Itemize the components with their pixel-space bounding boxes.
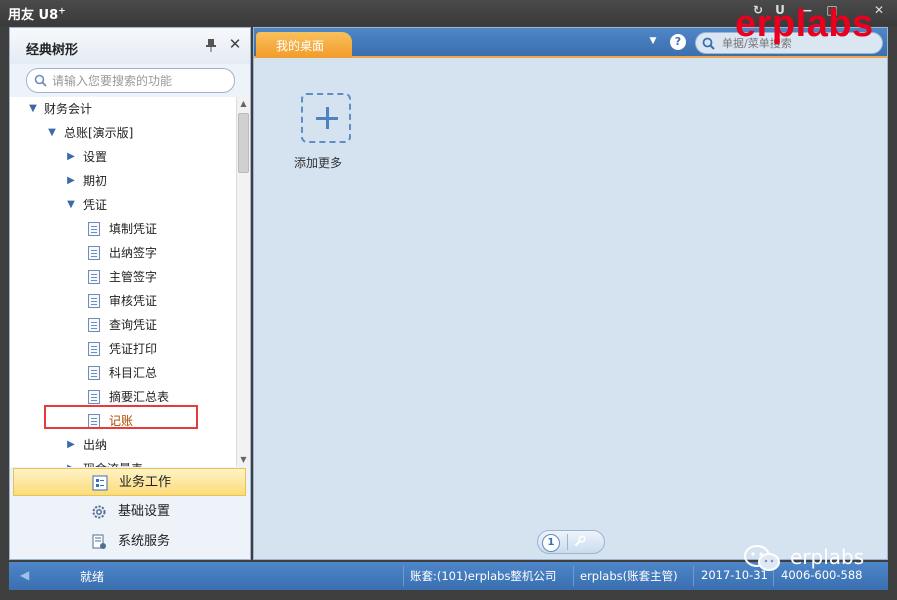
tab-label: 我的桌面: [276, 39, 325, 53]
nav-basic-settings[interactable]: 基础设置: [13, 498, 246, 526]
erplabs-watermark: erplabs: [735, 3, 874, 45]
tree-item-label: 查询凭证: [109, 318, 158, 332]
chevron-right-icon: ▶: [67, 439, 75, 450]
tree-item-label: 凭证: [83, 198, 108, 212]
chevron-down-icon: ▼: [67, 199, 75, 210]
help-icon[interactable]: ?: [670, 34, 686, 50]
chevron-right-icon: ▶: [67, 175, 75, 186]
business-icon: [92, 475, 108, 491]
scroll-thumb[interactable]: [238, 113, 249, 173]
add-more-button[interactable]: [301, 93, 351, 143]
chevron-down-icon: ▼: [29, 103, 37, 114]
document-icon: [88, 246, 100, 260]
tree-item-label: 现金流量表: [83, 457, 143, 467]
tree-item-label: 期初: [83, 174, 108, 188]
tree-item-label: 出纳签字: [109, 246, 158, 260]
tree-item-label: 总账[演示版]: [64, 126, 134, 140]
tree-item-label: 出纳: [83, 438, 108, 452]
status-ready: 就绪: [80, 570, 105, 584]
pin-icon[interactable]: [205, 38, 217, 52]
status-phone: 4006-600-588: [781, 568, 863, 582]
close-icon[interactable]: ✕: [228, 37, 242, 52]
add-more-label: 添加更多: [294, 156, 343, 170]
tree-item-label: 财务会计: [44, 102, 93, 116]
nav-system-services[interactable]: 系统服务: [13, 528, 246, 556]
collapse-panel-icon[interactable]: ◀: [20, 568, 34, 582]
document-icon: [88, 390, 100, 404]
menu-tree: ▼ 财务会计 ▼ 总账[演示版] ▶ 设置 ▶ 期初 ▼ 凭证 填制凭证 出纳签…: [10, 97, 236, 467]
nav-label: 基础设置: [118, 504, 171, 519]
left-panel-header: 经典树形 ✕: [10, 28, 250, 64]
nav-label: 系统服务: [118, 534, 171, 549]
scroll-down-icon[interactable]: ▼: [237, 453, 250, 467]
tree-item-label: 凭证打印: [109, 342, 158, 356]
nav-label: 业务工作: [119, 475, 172, 490]
search-icon: [702, 37, 715, 50]
document-icon: [88, 294, 100, 308]
tree-item-audit-voucher[interactable]: 审核凭证: [10, 289, 236, 313]
tree-item-query-voucher[interactable]: 查询凭证: [10, 313, 236, 337]
tree-item-fill-voucher[interactable]: 填制凭证: [10, 217, 236, 241]
page-number-button[interactable]: 1: [542, 534, 560, 552]
chevron-right-icon: ▶: [67, 151, 75, 162]
tree-item-supervisor-sign[interactable]: 主管签字: [10, 265, 236, 289]
desktop-area: 添加更多 1: [254, 60, 887, 559]
tree-item-label: 科目汇总: [109, 366, 158, 380]
left-panel: 经典树形 ✕ ▼ 财务会计 ▼ 总账[演示版] ▶ 设置 ▶ 期初 ▼ 凭证: [9, 27, 251, 560]
selection-highlight: [44, 405, 198, 429]
wrench-icon[interactable]: [574, 535, 586, 550]
chevron-right-icon: ▶: [66, 457, 76, 467]
document-icon: [88, 342, 100, 356]
system-service-icon: [92, 534, 106, 549]
scroll-up-icon[interactable]: ▲: [237, 97, 250, 111]
tree-item-print-voucher[interactable]: 凭证打印: [10, 337, 236, 361]
status-divider: [693, 566, 694, 586]
tree-item-account-summary[interactable]: 科目汇总: [10, 361, 236, 385]
document-icon: [88, 270, 100, 284]
tree-item-label: 主管签字: [109, 270, 158, 284]
chevron-down-icon[interactable]: ▼: [647, 36, 659, 46]
document-icon: [88, 366, 100, 380]
status-account: 账套:(101)erplabs整机公司: [410, 569, 557, 583]
pager-divider: [567, 534, 568, 550]
tree-item-label: 填制凭证: [109, 222, 158, 236]
document-icon: [88, 222, 100, 236]
gear-icon: [92, 505, 106, 519]
tree-scrollbar[interactable]: ▲ ▼: [236, 97, 250, 467]
chevron-down-icon: ▼: [48, 127, 56, 138]
function-search-input[interactable]: [52, 73, 230, 89]
tab-my-desktop[interactable]: 我的桌面: [256, 32, 352, 58]
function-search-box[interactable]: [26, 68, 235, 93]
nav-business-work[interactable]: 业务工作: [13, 468, 246, 496]
wechat-label: erplabs: [790, 545, 865, 569]
search-icon: [34, 74, 47, 87]
left-panel-title: 经典树形: [26, 43, 79, 58]
tree-item-label: 审核凭证: [109, 294, 158, 308]
status-divider: [573, 566, 574, 586]
main-workspace: 我的桌面 ▼ ? 添加更多 1: [253, 27, 888, 560]
tree-item-label: 设置: [83, 150, 108, 164]
desktop-pager: 1: [537, 530, 605, 554]
status-user: erplabs(账套主管): [580, 569, 678, 583]
status-divider: [403, 566, 404, 586]
tree-item-cashier-sign[interactable]: 出纳签字: [10, 241, 236, 265]
app-title: 用友 U8+: [8, 6, 66, 23]
wechat-icon: [744, 545, 780, 571]
document-icon: [88, 318, 100, 332]
